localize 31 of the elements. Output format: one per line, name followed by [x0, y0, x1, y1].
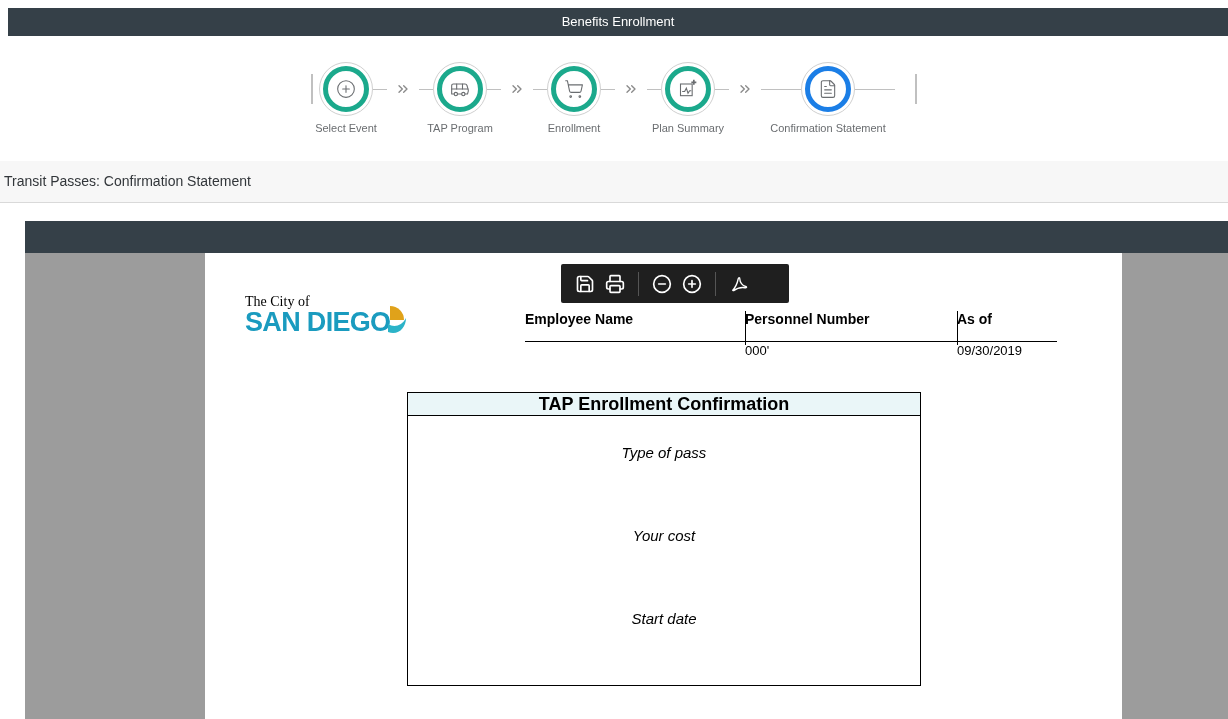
step-button[interactable]: [433, 62, 487, 116]
add-icon: [336, 79, 356, 99]
step-button[interactable]: [547, 62, 601, 116]
save-button[interactable]: [575, 273, 595, 294]
step-label: Select Event: [315, 121, 377, 136]
header-title: Benefits Enrollment: [561, 13, 675, 32]
step-label: Confirmation Statement: [770, 121, 886, 136]
step-label: Plan Summary: [651, 121, 725, 136]
step-button[interactable]: [319, 62, 373, 116]
column-label: Employee Name: [525, 311, 635, 327]
zoom-out-button[interactable]: [652, 273, 672, 294]
column-value: 000': [745, 343, 770, 358]
print-button[interactable]: [605, 273, 625, 294]
field-label: Start date: [631, 609, 697, 629]
document-icon: [818, 79, 838, 99]
step-label: Enrollment: [547, 121, 601, 136]
logo-wordmark: SAN DIEGO: [245, 309, 391, 336]
column-label: Personnel Number: [745, 311, 871, 327]
column-label: As of: [957, 311, 993, 327]
field-label: Type of pass: [621, 443, 707, 463]
chart-plus-icon: [678, 79, 698, 99]
box-title: TAP Enrollment Confirmation: [538, 392, 790, 416]
field-label: Your cost: [632, 526, 696, 546]
column-value: 09/30/2019: [957, 343, 1023, 358]
step-button[interactable]: [661, 62, 715, 116]
step-button[interactable]: [801, 62, 855, 116]
logo-tagline: The City of: [245, 295, 311, 309]
cart-icon: [564, 79, 584, 99]
step-label: TAP Program: [427, 121, 493, 136]
page-title: Transit Passes: Confirmation Statement: [4, 172, 251, 191]
zoom-in-button[interactable]: [682, 273, 702, 294]
